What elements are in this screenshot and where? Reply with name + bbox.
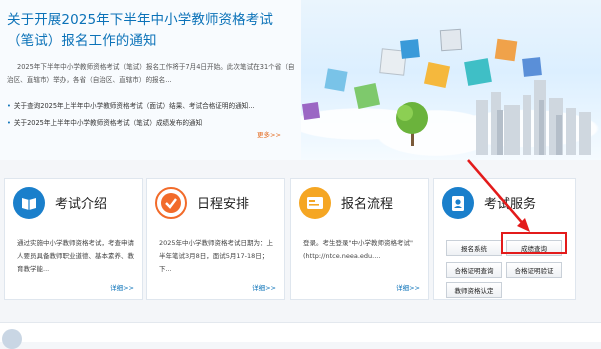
footer-strip <box>0 322 601 349</box>
annotation-highlight-box <box>501 232 567 254</box>
annotation-arrow <box>467 159 530 232</box>
logo-icon <box>2 329 22 349</box>
